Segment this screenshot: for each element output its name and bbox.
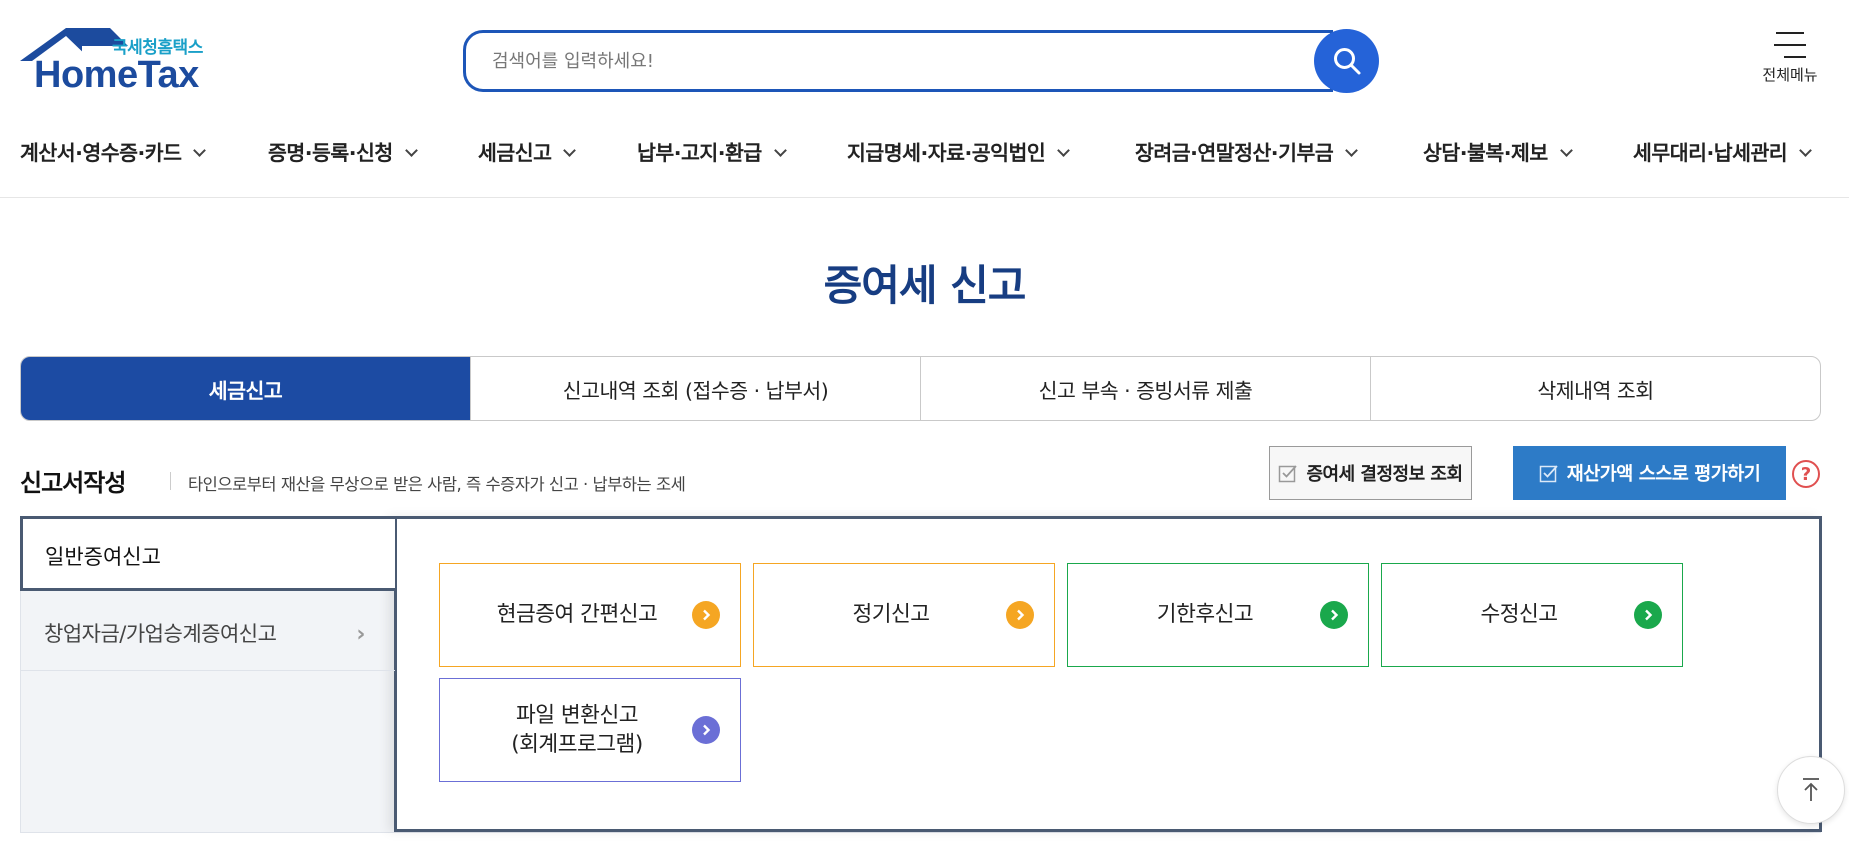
section-description: 타인으로부터 재산을 무상으로 받은 사람, 즉 수증자가 신고 · 납부하는 … [188,475,686,494]
tab-tax-filing[interactable]: 세금신고 [21,357,470,420]
divider [20,832,1821,833]
card-amended-filing[interactable]: 수정신고 [1381,563,1683,667]
chevron-down-icon [563,144,577,157]
checkbox-edit-icon [1539,465,1558,483]
tab-deleted-history[interactable]: 삭제내역 조회 [1370,357,1820,420]
card-label: 파일 변환신고 (회계프로그램) [511,702,643,757]
help-icon[interactable]: ? [1792,460,1820,488]
logo-text: HomeTax [34,54,199,96]
gnb-label: 세금신고 [478,141,552,165]
gnb-label: 상담·불복·제보 [1423,141,1548,165]
gnb-item-statements[interactable]: 지급명세·자료·공익법인 [847,136,1071,166]
page-title: 증여세 신고 [823,261,1027,310]
card-label: 정기신고 [852,602,930,628]
panel-border-top [394,516,1822,519]
chevron-down-icon [404,144,418,157]
chevron-down-icon [1057,144,1071,157]
chevron-right-icon: › [356,622,365,647]
section-title: 신고서작성 [20,469,126,497]
card-cash-gift-simple-filing[interactable]: 현금증여 간편신고 [439,563,741,667]
chevron-down-icon [1799,144,1813,157]
lookup-button-label: 증여세 결정정보 조회 [1306,464,1463,485]
gnb-item-incentives[interactable]: 장려금·연말정산·기부금 [1135,136,1359,166]
gnb-label: 증명·등록·신청 [268,141,393,165]
gnb-label: 장려금·연말정산·기부금 [1135,141,1334,165]
arrow-right-icon [692,601,720,629]
tab-bar: 세금신고 신고내역 조회 (접수증 · 납부서) 신고 부속 · 증빙서류 제출… [20,356,1821,421]
search-icon [1333,48,1360,75]
gnb-label: 계산서·영수증·카드 [20,141,182,165]
tab-document-submission[interactable]: 신고 부속 · 증빙서류 제출 [920,357,1370,420]
card-late-filing[interactable]: 기한후신고 [1067,563,1369,667]
scroll-to-top-button[interactable] [1777,756,1845,824]
chevron-down-icon [1345,144,1359,157]
card-label: 수정신고 [1480,602,1558,628]
eval-button-label: 재산가액 스스로 평가하기 [1566,464,1761,485]
chevron-down-icon [193,144,207,157]
gnb-label: 지급명세·자료·공익법인 [847,141,1046,165]
checkbox-edit-icon [1279,465,1298,483]
arrow-right-icon [1006,601,1034,629]
card-label: 현금증여 간편신고 [496,602,658,628]
self-evaluate-property-button[interactable]: 재산가액 스스로 평가하기 [1513,446,1786,500]
gnb-item-payment[interactable]: 납부·고지·환급 [637,136,787,166]
tab-filing-history[interactable]: 신고내역 조회 (접수증 · 납부서) [470,357,920,420]
section-divider [170,472,171,490]
gnb-item-tax-filing[interactable]: 세금신고 [478,136,577,166]
search-bar [463,29,1379,93]
gnb-item-tax-agent[interactable]: 세무대리·납세관리 [1633,136,1813,166]
all-menu-button[interactable]: 전체메뉴 [1750,28,1830,98]
search-input[interactable] [463,30,1333,92]
gnb-item-certificates[interactable]: 증명·등록·신청 [268,136,418,166]
arrow-right-icon [1320,601,1348,629]
global-nav: 계산서·영수증·카드 증명·등록·신청 세금신고 납부·고지·환급 지급명세·자… [0,128,1849,198]
side-nav-item-startup-succession[interactable]: 창업자금/가업승계증여신고 › [20,596,395,671]
gnb-item-consultation[interactable]: 상담·불복·제보 [1423,136,1573,166]
hometax-logo[interactable]: 국세청홈택스 HomeTax [20,28,220,96]
gnb-label: 납부·고지·환급 [637,141,762,165]
all-menu-label: 전체메뉴 [1762,66,1818,84]
search-button[interactable] [1314,29,1379,93]
hamburger-icon [1774,32,1806,58]
chevron-down-icon [1559,144,1573,157]
arrow-up-icon [1803,778,1819,801]
gift-tax-decision-lookup-button[interactable]: 증여세 결정정보 조회 [1269,446,1472,500]
gnb-label: 세무대리·납세관리 [1633,141,1788,165]
chevron-down-icon [773,144,787,157]
arrow-right-icon [692,716,720,744]
card-file-conversion-filing[interactable]: 파일 변환신고 (회계프로그램) [439,678,741,782]
side-nav-label: 창업자금/가업승계증여신고 [44,622,277,646]
gnb-item-invoices[interactable]: 계산서·영수증·카드 [20,136,207,166]
card-regular-filing[interactable]: 정기신고 [753,563,1055,667]
side-nav-item-general-gift[interactable]: 일반증여신고 [20,516,395,591]
card-label: 기한후신고 [1156,602,1254,628]
arrow-right-icon [1634,601,1662,629]
